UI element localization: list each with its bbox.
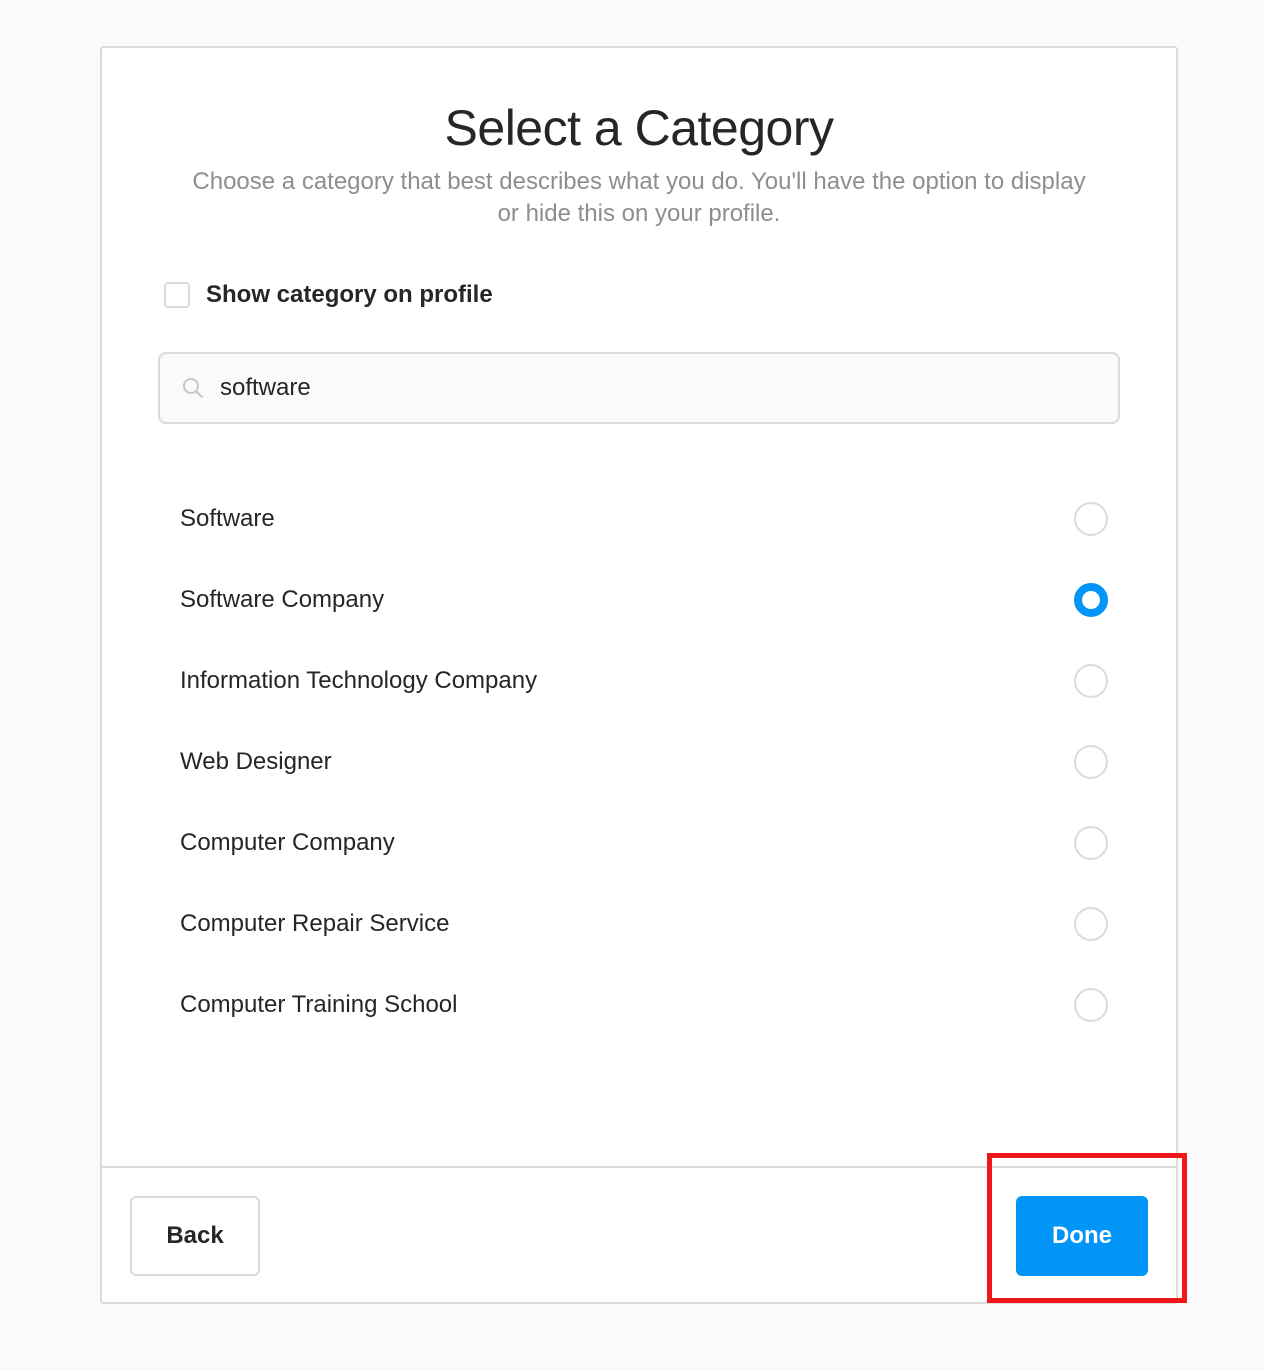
category-radio[interactable] — [1074, 744, 1108, 779]
category-radio[interactable] — [1074, 906, 1108, 941]
category-option-computer-training-school[interactable]: Computer Training School — [180, 964, 1108, 1045]
category-option-computer-company[interactable]: Computer Company — [180, 802, 1108, 883]
footer-divider — [102, 1166, 1176, 1168]
show-category-toggle[interactable]: Show category on profile — [164, 278, 493, 312]
category-list: Software Software Company Information Te… — [180, 478, 1108, 1045]
back-button[interactable]: Back — [130, 1196, 260, 1276]
category-option-software[interactable]: Software — [180, 478, 1108, 559]
dialog-subtitle: Choose a category that best describes wh… — [192, 168, 1086, 227]
category-option-software-company[interactable]: Software Company — [180, 559, 1108, 640]
category-radio[interactable] — [1074, 501, 1108, 536]
category-radio[interactable] — [1074, 987, 1108, 1022]
category-label: Software Company — [180, 585, 385, 613]
category-dialog: Select a Category Choose a category that… — [100, 46, 1178, 1304]
category-option-web-designer[interactable]: Web Designer — [180, 721, 1108, 802]
category-label: Software — [180, 504, 275, 532]
category-option-information-technology-company[interactable]: Information Technology Company — [180, 640, 1108, 721]
search-input[interactable] — [220, 374, 1100, 402]
category-radio-selected[interactable] — [1074, 582, 1108, 617]
category-label: Computer Company — [180, 828, 395, 856]
show-category-label: Show category on profile — [206, 281, 493, 308]
category-radio[interactable] — [1074, 825, 1108, 860]
category-label: Computer Training School — [180, 990, 458, 1018]
category-option-computer-repair-service[interactable]: Computer Repair Service — [180, 883, 1108, 964]
done-button[interactable]: Done — [1016, 1196, 1148, 1276]
category-label: Computer Repair Service — [180, 909, 450, 937]
search-box[interactable] — [158, 352, 1120, 424]
search-icon — [180, 375, 206, 401]
category-label: Information Technology Company — [180, 666, 538, 694]
category-radio[interactable] — [1074, 663, 1108, 698]
dialog-title: Select a Category — [444, 100, 834, 156]
category-label: Web Designer — [180, 747, 332, 775]
show-category-checkbox[interactable] — [164, 282, 190, 308]
